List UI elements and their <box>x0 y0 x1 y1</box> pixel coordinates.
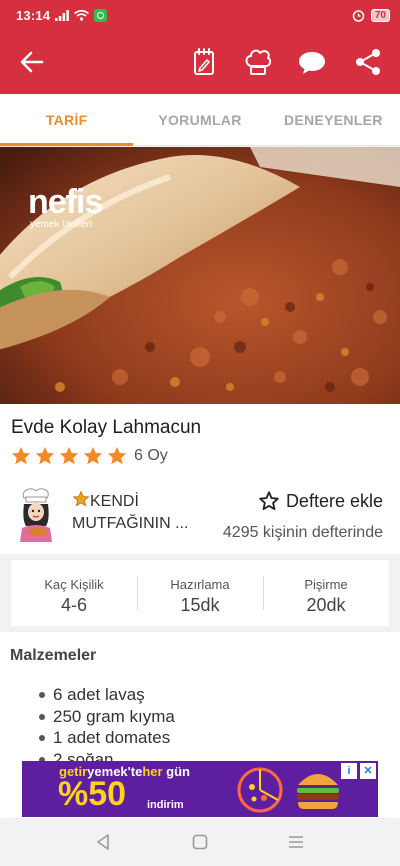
wifi-icon <box>74 9 90 21</box>
star-icon <box>59 446 79 465</box>
star-icon <box>72 490 90 507</box>
stat-value: 4-6 <box>60 595 87 615</box>
ad-info-icon[interactable]: i <box>341 763 357 779</box>
nav-recents-icon[interactable] <box>286 832 306 852</box>
star-icon <box>11 446 31 465</box>
app-bar <box>0 30 400 94</box>
burger-icon <box>297 774 339 809</box>
author-avatar[interactable] <box>14 486 58 542</box>
list-item: 1 adet domates <box>39 727 175 749</box>
tab-deneyenler[interactable]: DENEYENLER <box>267 94 400 145</box>
star-icon <box>107 446 127 465</box>
signal-icon <box>55 9 70 21</box>
tab-tarif[interactable]: TARİF <box>0 94 134 146</box>
alarm-icon <box>352 9 365 22</box>
recipe-stats: Kaç Kişilik 4-6 Hazırlama 15dk Pişirme 2… <box>11 560 389 626</box>
notebook-count: 4295 kişinin defterinde <box>222 524 383 541</box>
pizza-icon <box>237 767 283 813</box>
system-nav-bar <box>0 818 400 866</box>
comment-icon[interactable] <box>296 46 328 78</box>
tab-bar: TARİF YORUMLAR DENEYENLER <box>0 94 400 146</box>
chef-hat-icon[interactable] <box>242 46 274 78</box>
battery-indicator: 70 <box>370 8 390 22</box>
stat-label: Pişirme <box>304 577 348 592</box>
author-name[interactable]: KENDİ MUTFAĞININ ... <box>72 490 202 535</box>
stat-value: 20dk <box>306 595 346 615</box>
ad-banner[interactable]: getiryemek'teher gün %50 indirim i ✕ <box>22 761 378 817</box>
star-icon <box>35 446 55 465</box>
list-item: 250 gram kıyma <box>39 706 175 726</box>
star-icon <box>83 446 103 465</box>
stat-servings: Kaç Kişilik 4-6 <box>11 560 137 626</box>
notebook-icon[interactable] <box>188 46 220 78</box>
status-bar: 13:14 70 <box>0 0 400 30</box>
recipe-photo[interactable]: nefis yemek tarifleri <box>0 147 400 404</box>
ingredients-heading: Malzemeler <box>10 647 97 664</box>
list-item: 6 adet lavaş <box>39 684 175 706</box>
whatsapp-icon <box>94 8 108 22</box>
add-to-notebook-label: Deftere ekle <box>285 490 383 511</box>
add-to-notebook-button[interactable]: Deftere ekle <box>258 490 383 512</box>
star-rating[interactable]: 6 Oy <box>10 445 168 467</box>
ingredients-list: 6 adet lavaş 250 gram kıyma 1 adet domat… <box>39 684 175 770</box>
recipe-title: Evde Kolay Lahmacun <box>11 417 202 438</box>
star-outline-icon <box>259 491 279 510</box>
share-icon[interactable] <box>352 46 384 78</box>
stat-label: Hazırlama <box>170 577 230 592</box>
ad-discount: %50 <box>58 775 127 813</box>
ad-close-icon[interactable]: ✕ <box>360 763 376 779</box>
ad-discount-label: indirim <box>147 799 184 811</box>
stat-cook-time: Pişirme 20dk <box>263 560 389 626</box>
back-arrow-icon[interactable] <box>18 48 46 76</box>
tab-yorumlar[interactable]: YORUMLAR <box>133 94 266 145</box>
author-name-text: KENDİ MUTFAĞININ ... <box>72 493 189 532</box>
stat-value: 15dk <box>180 595 220 615</box>
recipe-info: Evde Kolay Lahmacun 6 Oy KENDİ MUTFAĞINI… <box>0 404 400 554</box>
nav-home-icon[interactable] <box>190 832 210 852</box>
stat-label: Kaç Kişilik <box>44 577 104 592</box>
nav-back-icon[interactable] <box>93 832 113 852</box>
status-time: 13:14 <box>16 7 51 23</box>
vote-count: 6 Oy <box>134 447 168 464</box>
nefis-logo: nefis yemek tarifleri <box>28 183 103 230</box>
stat-prep-time: Hazırlama 15dk <box>137 560 263 626</box>
